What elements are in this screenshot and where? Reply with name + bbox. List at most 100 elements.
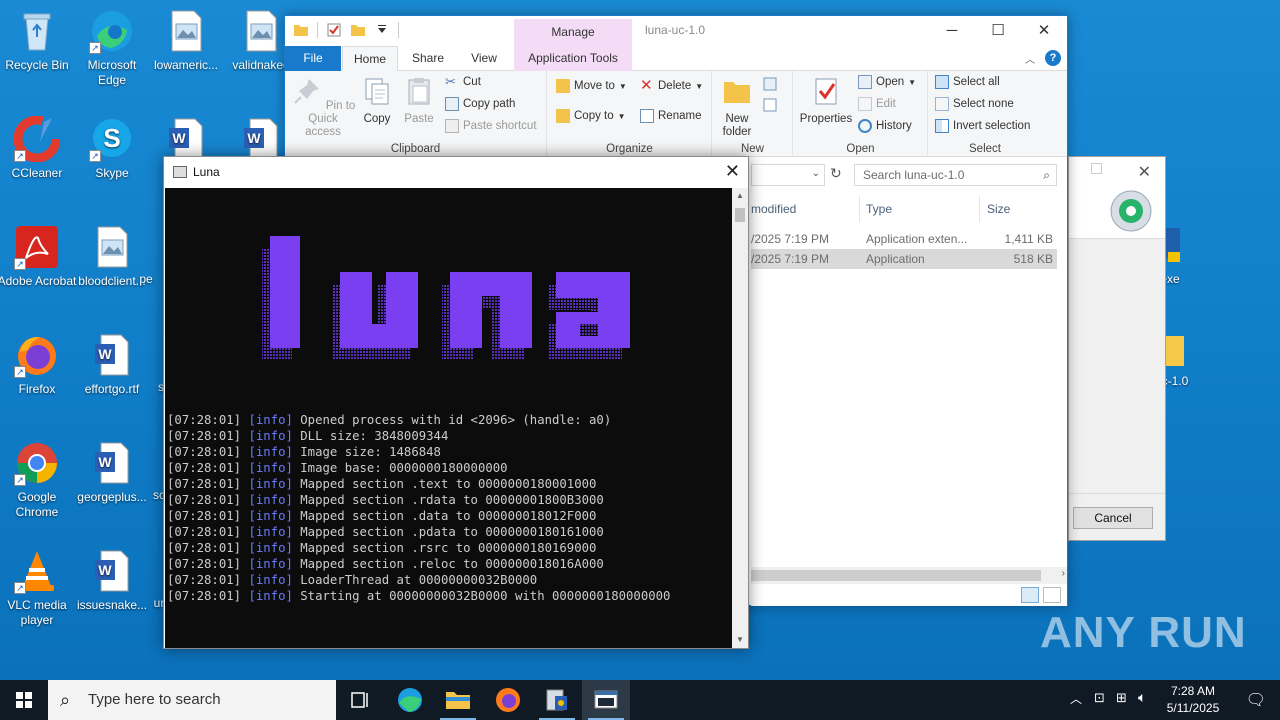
taskbar-file-explorer[interactable]	[434, 680, 482, 720]
clock-date: 5/11/2025	[1166, 701, 1220, 715]
delete-button[interactable]: ✕ Delete ▼	[640, 77, 703, 94]
move-to-button[interactable]: Move to ▼	[556, 79, 627, 93]
paste-button[interactable]: Paste	[399, 75, 439, 126]
minimize-button[interactable]: ─	[929, 16, 975, 46]
address-bar[interactable]: ⌄	[751, 164, 825, 186]
column-size[interactable]: Size	[987, 202, 1010, 216]
open-button[interactable]: Open ▼	[858, 75, 916, 89]
task-view-button[interactable]	[336, 680, 384, 720]
copy-path-button[interactable]: Copy path	[445, 97, 515, 111]
paste-shortcut-button[interactable]: Paste shortcut	[445, 119, 537, 133]
shortcut-arrow-icon: ↗	[14, 366, 26, 378]
volume-icon[interactable]: 🔈︎	[1138, 689, 1146, 706]
close-button[interactable]: ✕	[1021, 16, 1067, 46]
new-item-icon[interactable]	[763, 77, 783, 117]
select-all-button[interactable]: Select all	[935, 75, 1000, 89]
log-tag: [info]	[248, 461, 293, 475]
history-button[interactable]: History	[858, 119, 912, 133]
desktop-icon-lowameric[interactable]: lowameric...	[146, 8, 226, 73]
properties-button[interactable]: Properties	[796, 75, 856, 126]
scroll-right-icon[interactable]: ›	[1062, 568, 1065, 579]
desktop-icon-pe[interactable]: pe	[126, 272, 166, 287]
desktop-icon-effortgo[interactable]: W effortgo.rtf	[72, 332, 152, 397]
pin-quick-access-button[interactable]: Pin to Quick access	[289, 75, 357, 139]
copy-to-button[interactable]: Copy to ▼	[556, 109, 626, 123]
tab-home[interactable]: Home	[342, 46, 398, 71]
file-row-selected[interactable]: /2025 7:19 PM Application 518 KB	[751, 249, 1057, 269]
recycle-bin-icon	[14, 8, 60, 54]
copy-path-icon	[445, 97, 459, 111]
desktop-icon-ccleaner[interactable]: ↗ CCleaner	[0, 115, 77, 181]
quick-access-toolbar	[293, 22, 399, 38]
customize-qat-icon[interactable]	[374, 22, 390, 38]
taskbar-firefox[interactable]	[484, 680, 532, 720]
scroll-thumb[interactable]	[735, 208, 745, 222]
rename-button[interactable]: Rename	[640, 109, 701, 123]
desktop-icon-skype[interactable]: S ↗ Skype	[72, 116, 152, 181]
word-document-icon: W	[89, 332, 135, 378]
close-button[interactable]: ✕	[725, 161, 740, 182]
scroll-up-icon[interactable]: ▲	[732, 188, 748, 204]
new-folder-button[interactable]: New folder	[715, 75, 759, 139]
desktop-icon-edge[interactable]: ↗ Microsoft Edge	[72, 8, 152, 88]
chevron-down-icon[interactable]: ⌄	[812, 168, 820, 179]
details-view-icon[interactable]	[1021, 587, 1039, 603]
column-type[interactable]: Type	[866, 202, 892, 216]
select-none-button[interactable]: Select none	[935, 97, 1014, 111]
scroll-thumb[interactable]	[751, 570, 1041, 581]
cut-button[interactable]: ✂ Cut	[445, 75, 481, 89]
vertical-scrollbar[interactable]: ▲ ▼	[732, 188, 748, 648]
log-line: [07:28:01] [info] Mapped section .rsrc t…	[167, 540, 670, 556]
search-input[interactable]: Search luna-uc-1.0 ⌕	[854, 164, 1057, 186]
delete-icon: ✕	[640, 77, 653, 94]
desktop-icon-georgeplus[interactable]: W georgeplus...	[72, 440, 152, 505]
search-placeholder: Type here to search	[88, 691, 221, 708]
maximize-button[interactable]: ☐	[975, 16, 1021, 46]
desktop-icon-recycle-bin[interactable]: Recycle Bin	[0, 8, 77, 73]
image-file-icon	[238, 8, 284, 54]
clock[interactable]: 7:28 AM 5/11/2025	[1158, 683, 1228, 717]
start-button[interactable]	[0, 680, 48, 720]
group-open: Properties Open ▼ Edit History Open	[794, 71, 928, 157]
manage-contextual-tab[interactable]: Manage	[514, 19, 632, 46]
tab-application-tools[interactable]: Application Tools	[514, 46, 632, 71]
desktop-icon-issuesnake[interactable]: W issuesnake...	[72, 548, 152, 613]
chevron-up-icon[interactable]: ︿	[1070, 690, 1082, 707]
desktop-icon-firefox[interactable]: ↗ Firefox	[0, 332, 77, 397]
notifications-icon[interactable]: 🗨︎	[1246, 690, 1266, 710]
edit-button[interactable]: Edit	[858, 97, 896, 111]
tab-share[interactable]: Share	[405, 46, 451, 71]
taskbar-luna-console[interactable]	[582, 680, 630, 720]
scroll-down-icon[interactable]: ▼	[732, 632, 748, 648]
invert-selection-button[interactable]: Invert selection	[935, 119, 1030, 133]
column-modified[interactable]: modified	[751, 202, 796, 216]
desktop-icon-label: georgeplus...	[77, 490, 147, 504]
taskbar-edge[interactable]	[386, 680, 434, 720]
properties-icon[interactable]	[326, 22, 342, 38]
log-time: [07:28:01]	[167, 509, 242, 523]
taskbar-search-input[interactable]: ⌕ Type here to search	[48, 680, 336, 720]
taskbar-installer[interactable]	[533, 680, 581, 720]
close-icon[interactable]: ✕	[1138, 162, 1151, 182]
tab-file[interactable]: File	[285, 46, 341, 71]
tab-view[interactable]: View	[461, 46, 507, 71]
group-organize: Move to ▼ Copy to ▼ ✕ Delete ▼ Rename Organ…	[548, 71, 712, 157]
horizontal-scrollbar[interactable]: ›	[751, 567, 1067, 584]
help-icon[interactable]: ?	[1045, 50, 1061, 66]
network-icon[interactable]: ⊡	[1094, 690, 1105, 706]
lan-icon[interactable]: ⊞	[1116, 690, 1127, 706]
status-bar	[751, 584, 1067, 606]
large-icons-view-icon[interactable]	[1043, 587, 1061, 603]
open-label: Open	[876, 76, 905, 88]
new-folder-icon[interactable]	[350, 22, 366, 38]
desktop-icon-chrome[interactable]: ↗ Google Chrome	[0, 440, 77, 520]
collapse-ribbon-icon[interactable]: ︿	[1025, 51, 1035, 66]
copy-button[interactable]: Copy	[357, 75, 397, 126]
refresh-icon[interactable]: ↻	[830, 165, 842, 182]
file-row[interactable]: /2025 7:19 PM Application exten... 1,411…	[751, 229, 1057, 249]
desktop-icon-vlc[interactable]: ↗ VLC media player	[0, 548, 77, 628]
column-divider	[859, 196, 860, 222]
row-type: Application	[866, 252, 925, 266]
cancel-button[interactable]: Cancel	[1073, 507, 1153, 529]
desktop-icon-acrobat[interactable]: ↗ Adobe Acrobat	[0, 224, 77, 289]
